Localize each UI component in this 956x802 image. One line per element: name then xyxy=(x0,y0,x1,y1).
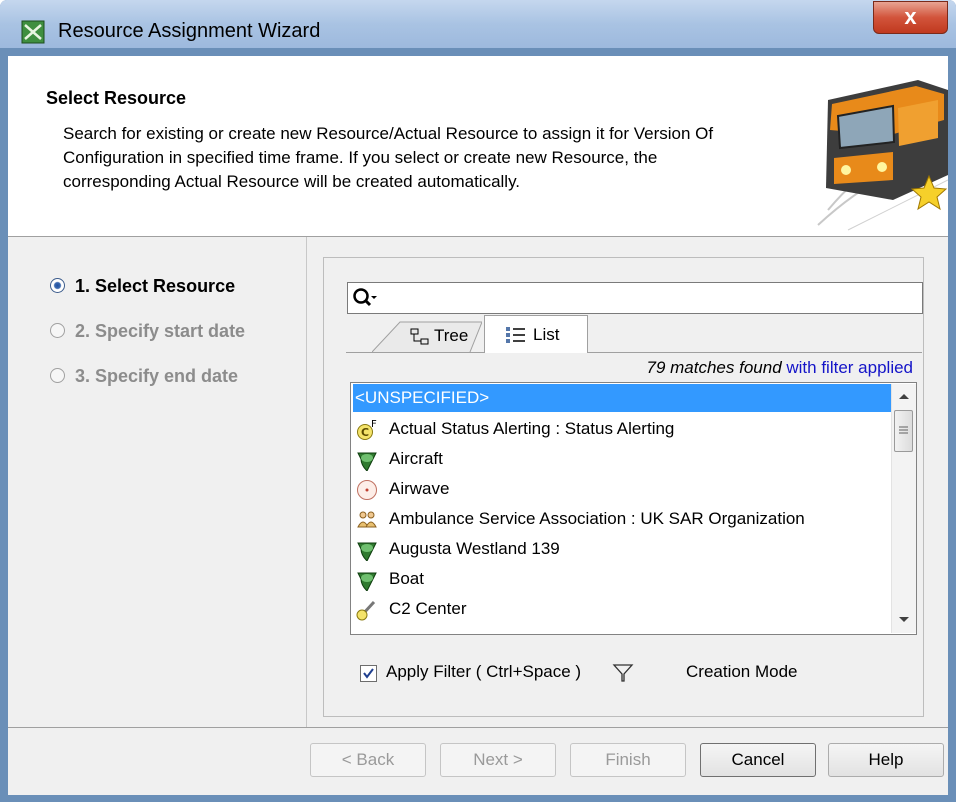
filter-icon[interactable] xyxy=(612,663,634,683)
svg-text:C: C xyxy=(361,426,369,439)
search-input[interactable] xyxy=(347,282,923,314)
close-button[interactable]: x xyxy=(873,1,948,34)
wizard-window: Resource Assignment Wizard x Select Reso… xyxy=(0,0,956,802)
tab-tree[interactable]: Tree xyxy=(372,318,482,352)
actual-organization-icon xyxy=(357,511,377,528)
step-specify-start-date[interactable]: 2. Specify start date xyxy=(50,321,245,345)
back-button[interactable]: < Back xyxy=(310,743,426,777)
list-item[interactable]: Augusta Westland 139 xyxy=(353,535,891,563)
window-title: Resource Assignment Wizard xyxy=(58,20,321,42)
physical-resource-icon xyxy=(357,480,377,500)
list-icon xyxy=(506,327,525,343)
list-item[interactable]: Aircraft xyxy=(353,445,891,473)
scroll-up-icon[interactable] xyxy=(899,394,909,399)
page-description: Search for existing or create new Resour… xyxy=(63,124,714,191)
list-item[interactable]: Airwave xyxy=(353,475,891,503)
resource-artifact-icon xyxy=(357,542,377,561)
resource-selection-panel: Tree List 79 matches found with filter a… xyxy=(323,257,924,717)
list-item[interactable]: Boat xyxy=(353,565,891,593)
resource-artifact-icon xyxy=(357,572,377,591)
tab-list-label: List xyxy=(533,325,560,344)
grip-icon xyxy=(899,426,908,434)
resource-artifact-icon xyxy=(357,452,377,471)
svg-text:F: F xyxy=(371,419,377,430)
wizard-steps: 1. Select Resource 2. Specify start date… xyxy=(8,237,307,727)
title-bar[interactable]: Resource Assignment Wizard x xyxy=(0,0,956,48)
capability-configuration-icon xyxy=(356,600,376,621)
scroll-down-icon[interactable] xyxy=(899,617,909,622)
step-radio-icon xyxy=(50,277,65,293)
page-title: Select Resource xyxy=(46,88,187,108)
resource-list[interactable]: <UNSPECIFIED> C F Actual Status Alerting… xyxy=(350,382,917,635)
app-icon xyxy=(21,20,45,44)
apply-filter-checkbox[interactable] xyxy=(360,665,377,682)
next-button[interactable]: Next > xyxy=(440,743,556,777)
apply-filter-label[interactable]: Apply Filter ( Ctrl+Space ) xyxy=(386,662,581,682)
cancel-button[interactable]: Cancel xyxy=(700,743,816,777)
tab-strip-line xyxy=(346,352,922,353)
creation-mode-label[interactable]: Creation Mode xyxy=(686,662,798,682)
step-radio-icon xyxy=(50,322,65,338)
list-item[interactable]: <UNSPECIFIED> xyxy=(353,384,891,412)
checkmark-icon xyxy=(363,668,374,679)
list-scrollbar[interactable] xyxy=(891,384,916,633)
list-item[interactable]: C F Actual Status Alerting : Status Aler… xyxy=(353,415,891,443)
list-item[interactable]: Ambulance Service Association : UK SAR O… xyxy=(353,505,891,533)
wizard-body: Select Resource Search for existing or c… xyxy=(8,56,948,795)
tree-icon xyxy=(410,328,429,345)
actual-function-icon: C F xyxy=(357,419,377,440)
train-illustration-icon xyxy=(817,80,948,231)
tab-tree-label: Tree xyxy=(434,326,469,345)
scroll-thumb[interactable] xyxy=(894,410,913,452)
search-icon xyxy=(353,288,377,307)
step-select-resource[interactable]: 1. Select Resource xyxy=(50,276,235,300)
match-count: 79 matches found with filter applied xyxy=(647,358,914,378)
help-button[interactable]: Help xyxy=(828,743,944,777)
step-specify-end-date[interactable]: 3. Specify end date xyxy=(50,366,238,390)
step-radio-icon xyxy=(50,367,65,383)
wizard-header: Select Resource Search for existing or c… xyxy=(8,56,948,237)
match-count-text: 79 matches found xyxy=(646,358,782,377)
filter-applied-link[interactable]: with filter applied xyxy=(782,358,913,377)
tab-list[interactable]: List xyxy=(484,315,588,353)
button-bar: < Back Next > Finish Cancel Help xyxy=(8,727,948,795)
finish-button[interactable]: Finish xyxy=(570,743,686,777)
list-item[interactable]: C2 Center xyxy=(353,595,891,623)
